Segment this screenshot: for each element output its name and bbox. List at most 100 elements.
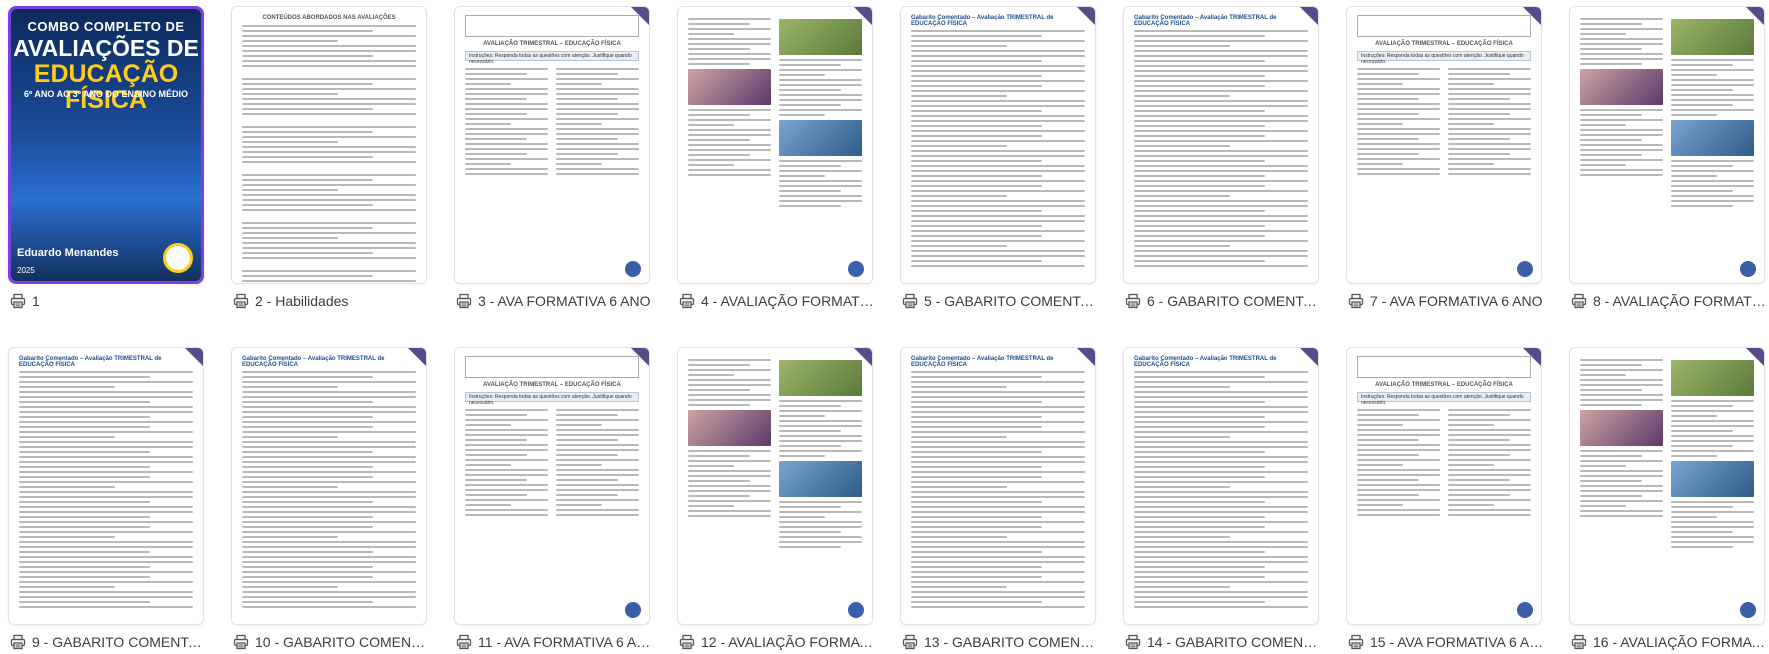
page-heading: AVALIAÇÃO TRIMESTRAL – EDUCAÇÃO FÍSICA bbox=[483, 41, 621, 47]
page-preview[interactable]: Gabarito Comentado – Avaliação TRIMESTRA… bbox=[231, 347, 427, 625]
page-body: AVALIAÇÃO TRIMESTRAL – EDUCAÇÃO FÍSICA In… bbox=[1347, 348, 1541, 624]
page-preview[interactable] bbox=[677, 347, 873, 625]
school-logo bbox=[848, 261, 864, 277]
school-logo bbox=[1740, 261, 1756, 277]
page-preview[interactable]: AVALIAÇÃO TRIMESTRAL – EDUCAÇÃO FÍSICA In… bbox=[1346, 347, 1542, 625]
document-thumbnail[interactable]: Gabarito Comentado – Avaliação TRIMESTRA… bbox=[1119, 2, 1323, 312]
thumbnail-caption: 16 - AVALIAÇÃO FORMATIVA 6 ANO bbox=[1571, 633, 1767, 651]
document-thumbnail[interactable]: COMBO COMPLETO DE AVALIAÇÕES DE EDUCAÇÃO F… bbox=[4, 2, 208, 312]
thumbnail-label: 2 - Habilidades bbox=[255, 293, 349, 309]
printer-icon bbox=[1125, 293, 1141, 309]
thumbnail-label: 4 - AVALIAÇÃO FORMATIVA 6 ANO bbox=[701, 293, 875, 309]
document-thumbnail[interactable]: Gabarito Comentado – Avaliação TRIMESTRA… bbox=[896, 2, 1100, 312]
page-body: Gabarito Comentado – Avaliação TRIMESTRA… bbox=[1124, 7, 1318, 283]
page-preview[interactable]: Gabarito Comentado – Avaliação TRIMESTRA… bbox=[8, 347, 204, 625]
thumbnail-caption: 15 - AVA FORMATIVA 6 ANO bbox=[1348, 633, 1544, 651]
thumbnail-caption: 5 - GABARITO COMENTADO 6 ANO bbox=[902, 292, 1098, 310]
thumbnail-label: 6 - GABARITO COMENTADO 6 ANO bbox=[1147, 293, 1321, 309]
page-preview[interactable]: AVALIAÇÃO TRIMESTRAL – EDUCAÇÃO FÍSICA In… bbox=[454, 347, 650, 625]
page-heading: Gabarito Comentado – Avaliação TRIMESTRA… bbox=[242, 356, 385, 368]
thumbnail-label: 10 - GABARITO COMENTADO 7 ANO bbox=[255, 634, 429, 650]
document-thumbnail[interactable]: AVALIAÇÃO TRIMESTRAL – EDUCAÇÃO FÍSICA In… bbox=[1342, 343, 1546, 653]
page-corner bbox=[1300, 7, 1318, 25]
page-body: AVALIAÇÃO TRIMESTRAL – EDUCAÇÃO FÍSICA In… bbox=[455, 7, 649, 283]
page-preview[interactable]: AVALIAÇÃO TRIMESTRAL – EDUCAÇÃO FÍSICA In… bbox=[1346, 6, 1542, 284]
document-thumbnail[interactable]: 4 - AVALIAÇÃO FORMATIVA 6 ANO bbox=[673, 2, 877, 312]
question-image bbox=[1580, 69, 1663, 105]
school-logo bbox=[1740, 602, 1756, 618]
page-heading: Gabarito Comentado – Avaliação TRIMESTRA… bbox=[911, 15, 1054, 27]
cover-year: 2025 bbox=[17, 266, 35, 275]
document-thumbnail[interactable]: 16 - AVALIAÇÃO FORMATIVA 6 ANO bbox=[1565, 343, 1769, 653]
instructions-bar: Instruções: Responda todas as questões c… bbox=[1357, 392, 1531, 406]
printer-icon bbox=[902, 293, 918, 309]
page-preview[interactable]: Gabarito Comentado – Avaliação TRIMESTRA… bbox=[900, 347, 1096, 625]
page-body bbox=[1570, 348, 1764, 624]
printer-icon bbox=[1348, 293, 1364, 309]
page-corner bbox=[1746, 7, 1764, 25]
question-image bbox=[1671, 360, 1754, 396]
page-preview[interactable] bbox=[1569, 347, 1765, 625]
page-preview[interactable]: Gabarito Comentado – Avaliação TRIMESTRA… bbox=[1123, 6, 1319, 284]
page-preview[interactable]: Gabarito Comentado – Avaliação TRIMESTRA… bbox=[1123, 347, 1319, 625]
document-thumbnail[interactable]: Gabarito Comentado – Avaliação TRIMESTRA… bbox=[1119, 343, 1323, 653]
printer-icon bbox=[1571, 634, 1587, 650]
document-thumbnail[interactable]: AVALIAÇÃO TRIMESTRAL – EDUCAÇÃO FÍSICA In… bbox=[450, 2, 654, 312]
document-thumbnail[interactable]: AVALIAÇÃO TRIMESTRAL – EDUCAÇÃO FÍSICA In… bbox=[1342, 2, 1546, 312]
student-header bbox=[1357, 356, 1531, 378]
page-heading: AVALIAÇÃO TRIMESTRAL – EDUCAÇÃO FÍSICA bbox=[1375, 41, 1513, 47]
thumbnail-label: 11 - AVA FORMATIVA 6 ANO bbox=[478, 634, 652, 650]
page-preview[interactable]: COMBO COMPLETO DE AVALIAÇÕES DE EDUCAÇÃO F… bbox=[8, 6, 204, 284]
thumbnail-caption: 9 - GABARITO COMENTADO 7 ANO bbox=[10, 633, 206, 651]
cover-line4: 6º ANO AO 3º ANO DO ENSINO MÉDIO bbox=[23, 89, 189, 99]
document-thumbnail[interactable]: 12 - AVALIAÇÃO FORMATIVA 6 ANO bbox=[673, 343, 877, 653]
page-body: Gabarito Comentado – Avaliação TRIMESTRA… bbox=[9, 348, 203, 624]
page-preview[interactable] bbox=[1569, 6, 1765, 284]
question-image bbox=[779, 19, 862, 55]
page-preview[interactable]: CONTEÚDOS ABORDADOS NAS AVALIAÇÕES bbox=[231, 6, 427, 284]
page-corner bbox=[185, 348, 203, 366]
page-heading: Gabarito Comentado – Avaliação TRIMESTRA… bbox=[911, 356, 1054, 368]
cover-line2: AVALIAÇÕES DE bbox=[13, 35, 199, 61]
document-thumbnail[interactable]: Gabarito Comentado – Avaliação TRIMESTRA… bbox=[4, 343, 208, 653]
school-logo bbox=[1517, 261, 1533, 277]
instructions-bar: Instruções: Responda todas as questões c… bbox=[465, 51, 639, 65]
page-corner bbox=[854, 348, 872, 366]
cover-line3: EDUCAÇÃO FÍSICA bbox=[33, 60, 179, 114]
question-image bbox=[779, 120, 862, 156]
question-image bbox=[1671, 120, 1754, 156]
document-thumbnail[interactable]: Gabarito Comentado – Avaliação TRIMESTRA… bbox=[896, 343, 1100, 653]
page-preview[interactable]: Gabarito Comentado – Avaliação TRIMESTRA… bbox=[900, 6, 1096, 284]
page-preview[interactable]: AVALIAÇÃO TRIMESTRAL – EDUCAÇÃO FÍSICA In… bbox=[454, 6, 650, 284]
document-thumbnail[interactable]: CONTEÚDOS ABORDADOS NAS AVALIAÇÕES 2 - H… bbox=[227, 2, 431, 312]
printer-icon bbox=[456, 634, 472, 650]
page-body: AVALIAÇÃO TRIMESTRAL – EDUCAÇÃO FÍSICA In… bbox=[455, 348, 649, 624]
thumbnail-label: 7 - AVA FORMATIVA 6 ANO bbox=[1370, 293, 1543, 309]
instructions-bar: Instruções: Responda todas as questões c… bbox=[1357, 51, 1531, 65]
page-body bbox=[678, 7, 872, 283]
printer-icon bbox=[10, 634, 26, 650]
printer-icon bbox=[679, 634, 695, 650]
thumbnail-label: 9 - GABARITO COMENTADO 7 ANO bbox=[32, 634, 206, 650]
school-logo bbox=[1517, 602, 1533, 618]
cover-art: COMBO COMPLETO DE AVALIAÇÕES DE EDUCAÇÃO F… bbox=[11, 9, 201, 281]
question-image bbox=[1671, 19, 1754, 55]
page-preview[interactable] bbox=[677, 6, 873, 284]
thumbnail-label: 3 - AVA FORMATIVA 6 ANO bbox=[478, 293, 651, 309]
printer-icon bbox=[679, 293, 695, 309]
document-thumbnail[interactable]: AVALIAÇÃO TRIMESTRAL – EDUCAÇÃO FÍSICA In… bbox=[450, 343, 654, 653]
page-heading: AVALIAÇÃO TRIMESTRAL – EDUCAÇÃO FÍSICA bbox=[483, 382, 621, 388]
page-corner bbox=[854, 7, 872, 25]
question-image bbox=[1671, 461, 1754, 497]
thumbnail-caption: 7 - AVA FORMATIVA 6 ANO bbox=[1348, 292, 1544, 310]
page-corner bbox=[1523, 348, 1541, 366]
document-thumbnail[interactable]: Gabarito Comentado – Avaliação TRIMESTRA… bbox=[227, 343, 431, 653]
printer-icon bbox=[233, 293, 249, 309]
document-thumbnail[interactable]: 8 - AVALIAÇÃO FORMATIVA 6 ANO bbox=[1565, 2, 1769, 312]
page-corner bbox=[1746, 348, 1764, 366]
school-logo bbox=[625, 261, 641, 277]
page-heading: Gabarito Comentado – Avaliação TRIMESTRA… bbox=[19, 356, 162, 368]
thumbnail-label: 13 - GABARITO COMENTADO 8 ANO bbox=[924, 634, 1098, 650]
printer-icon bbox=[233, 634, 249, 650]
page-corner bbox=[1300, 348, 1318, 366]
